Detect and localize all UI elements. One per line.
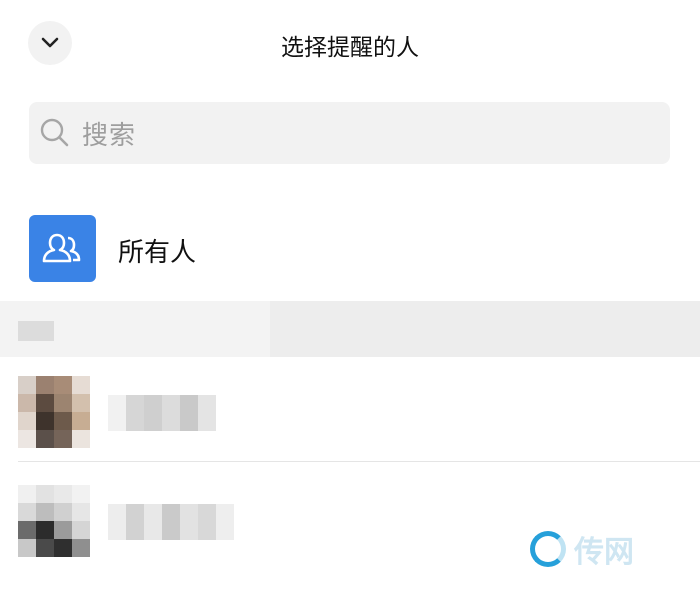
watermark-text: 传网 [574, 535, 634, 570]
mention-all-label: 所有人 [118, 238, 197, 268]
page-title: 选择提醒的人 [281, 35, 419, 61]
member-name-redacted [108, 395, 216, 431]
search-icon [38, 116, 72, 150]
group-people-icon [29, 215, 96, 282]
avatar [18, 376, 90, 448]
search-placeholder: 搜索 [82, 120, 137, 151]
header: 选择提醒的人 [0, 0, 700, 88]
watermark-logo-icon [530, 531, 566, 567]
member-list-item[interactable] [0, 358, 700, 462]
watermark: 传网 [530, 527, 634, 571]
section-header [0, 301, 700, 357]
section-letter-redacted [18, 321, 54, 341]
search-input[interactable]: 搜索 [29, 102, 670, 164]
avatar [18, 485, 90, 557]
divider [18, 461, 700, 462]
mention-all-item[interactable]: 所有人 [0, 200, 700, 300]
member-name-redacted [108, 504, 234, 540]
